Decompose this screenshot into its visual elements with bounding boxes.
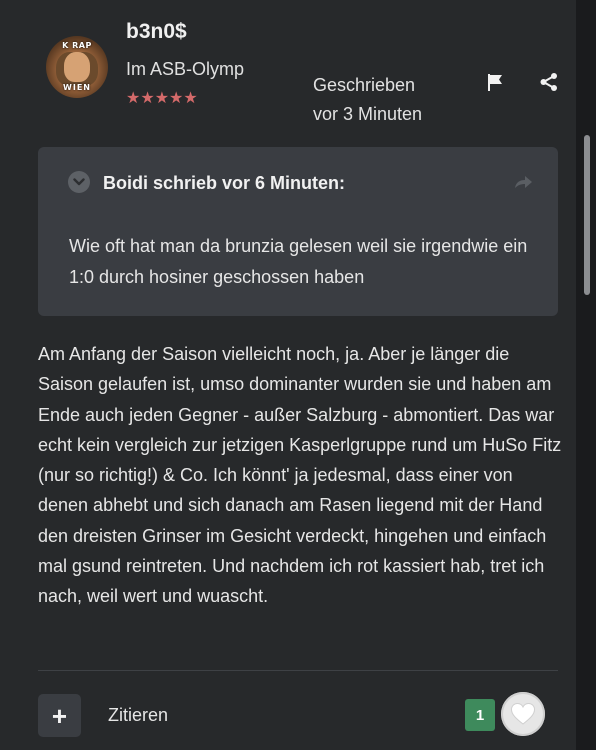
avatar-text-bottom: WIEN (63, 83, 91, 92)
flag-icon[interactable] (486, 72, 506, 92)
scrollbar-thumb[interactable] (584, 135, 590, 295)
post-date[interactable]: Geschrieben vor 3 Minuten (313, 71, 463, 129)
avatar[interactable]: K RAP WIEN (46, 36, 108, 98)
divider (38, 670, 558, 671)
author-name[interactable]: b3n0$ (126, 20, 187, 44)
chevron-down-icon[interactable] (68, 171, 90, 193)
post-date-line2: vor 3 Minuten (313, 104, 423, 124)
rank-stars: ★★★★★ (126, 90, 198, 107)
quote-author: Boidi schrieb vor 6 Minuten: (103, 173, 346, 193)
add-button[interactable]: + (38, 694, 81, 737)
scroll-track[interactable] (576, 0, 596, 750)
forum-post: K RAP WIEN b3n0$ Im ASB-Olymp ★★★★★ Gesc… (0, 0, 576, 750)
like-button[interactable] (501, 692, 545, 736)
post-body: Am Anfang der Saison vielleicht noch, ja… (38, 344, 562, 607)
quote-block: Boidi schrieb vor 6 Minuten: Wie oft hat… (38, 147, 558, 316)
share-arrow-icon[interactable] (512, 171, 534, 193)
reaction-count-badge[interactable]: 1 (465, 699, 495, 731)
quote-text: Wie oft hat man da brunzia gelesen weil … (69, 236, 528, 287)
avatar-face (64, 52, 90, 82)
plus-icon: + (51, 700, 68, 731)
post-date-line1: Geschrieben (313, 75, 416, 95)
quote-button[interactable]: Zitieren (108, 705, 168, 726)
author-rank: Im ASB-Olymp (126, 59, 245, 79)
avatar-text-top: K RAP (62, 41, 92, 50)
heart-icon (510, 702, 536, 725)
share-icon[interactable] (539, 72, 559, 92)
